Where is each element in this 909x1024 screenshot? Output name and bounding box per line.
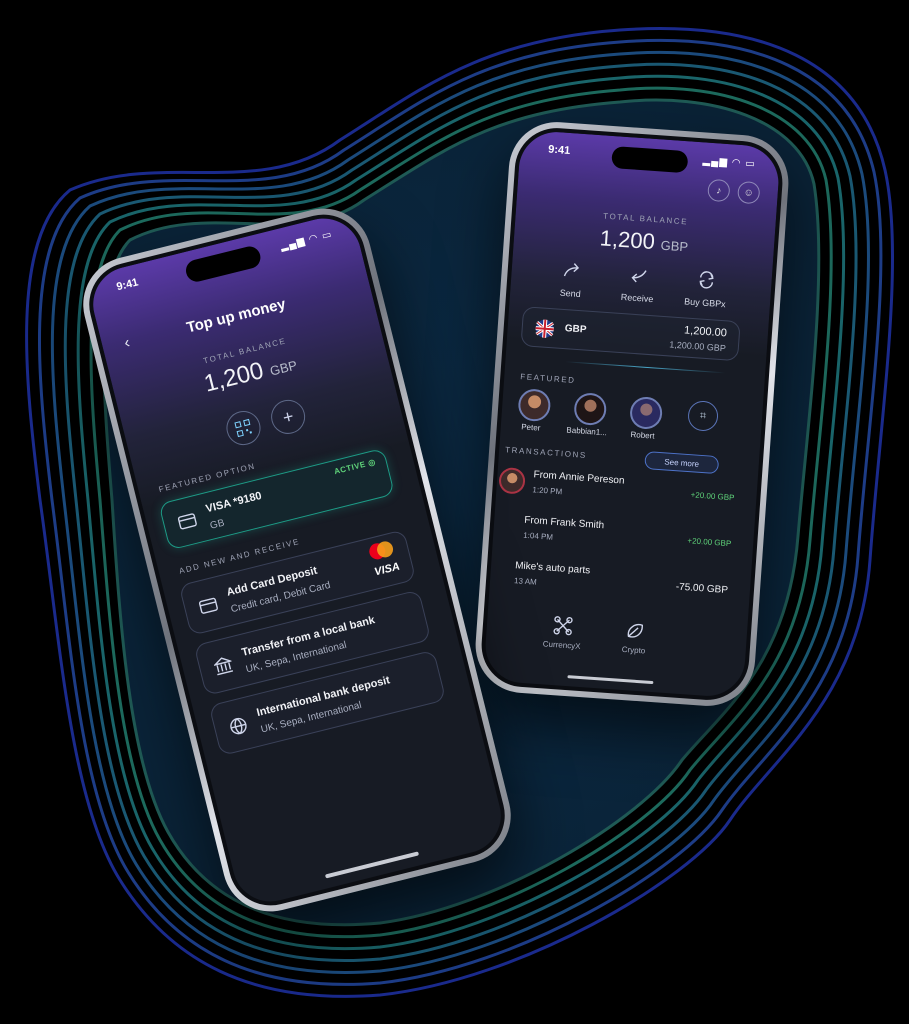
transaction-time: 1:20 PM <box>532 485 563 497</box>
avatar-peter[interactable] <box>517 388 552 423</box>
uk-flag-icon <box>535 319 554 338</box>
home-indicator <box>567 675 654 685</box>
balance-currency: GBP <box>268 357 299 379</box>
check-circle-icon: ◎ <box>367 457 377 468</box>
currencyx-icon <box>553 616 573 636</box>
card-icon <box>198 597 218 614</box>
nav-crypto[interactable]: Crypto <box>603 619 665 657</box>
qr-code-icon <box>234 418 252 438</box>
transaction-title: Mike's auto parts <box>514 560 591 577</box>
exchange-icon <box>699 271 714 289</box>
transaction-title: From Frank Smith <box>523 514 605 532</box>
card-icon <box>177 513 197 530</box>
globe-icon <box>230 717 247 735</box>
balance-amount: 1,200 <box>599 225 656 255</box>
home-indicator <box>324 851 420 879</box>
back-phone: 9:41 ▂▄▆ ◠ ▭ ♪ ☺ TOTAL BALANCE 1,200 GBP… <box>472 118 792 710</box>
bank-icon <box>212 657 234 676</box>
account-sub-amount: 1,200.00 GBP <box>669 339 727 354</box>
receive-icon <box>631 270 647 283</box>
crypto-icon <box>627 623 643 638</box>
transaction-amount: -75.00 GBP <box>675 581 729 597</box>
featured-name: Peter <box>520 422 541 433</box>
back-phone-screen: 9:41 ▂▄▆ ◠ ▭ ♪ ☺ TOTAL BALANCE 1,200 GBP… <box>478 125 786 703</box>
transaction-amount: +20.00 GBP <box>687 536 732 549</box>
account-currency: GBP <box>564 323 587 336</box>
transaction-amount: +20.00 GBP <box>690 490 735 503</box>
card-name: VISA *9180 <box>204 489 263 516</box>
mastercard-logo-icon <box>369 541 394 560</box>
nav-label: CurrencyX <box>542 639 581 651</box>
transaction-title: From Annie Pereson <box>533 469 625 487</box>
avatar <box>498 466 526 495</box>
transaction-time: 13 AM <box>513 576 538 587</box>
visa-logo: VISA <box>373 560 402 579</box>
active-badge: ACTIVE ◎ <box>333 457 376 476</box>
see-more-button[interactable]: See more <box>644 451 720 475</box>
avatar-babbian[interactable] <box>573 391 608 427</box>
divider <box>565 361 726 374</box>
account-amount: 1,200.00 <box>683 324 728 340</box>
receive-button[interactable]: Receive <box>602 264 674 306</box>
status-time: 9:41 <box>547 143 571 158</box>
send-icon <box>563 263 580 277</box>
avatar-robert[interactable] <box>629 395 664 431</box>
nav-label: Crypto <box>621 644 646 656</box>
send-button[interactable]: Send <box>540 259 602 300</box>
featured-name: Babbian1... <box>566 425 608 438</box>
transaction-time: 1:04 PM <box>522 530 554 542</box>
featured-label: FEATURED <box>520 372 576 385</box>
nav-currencyx[interactable]: CurrencyX <box>531 614 593 652</box>
balance-currency: GBP <box>660 237 689 255</box>
featured-name: Robert <box>630 429 655 441</box>
transactions-label: TRANSACTIONS <box>504 445 588 460</box>
active-badge-text: ACTIVE <box>333 459 367 477</box>
plus-icon: + <box>280 405 296 428</box>
card-country: GB <box>208 517 226 532</box>
scan-qr-icon[interactable]: ⌗ <box>687 399 720 432</box>
buy-gbpx-button[interactable]: Buy GBPx <box>670 268 742 310</box>
